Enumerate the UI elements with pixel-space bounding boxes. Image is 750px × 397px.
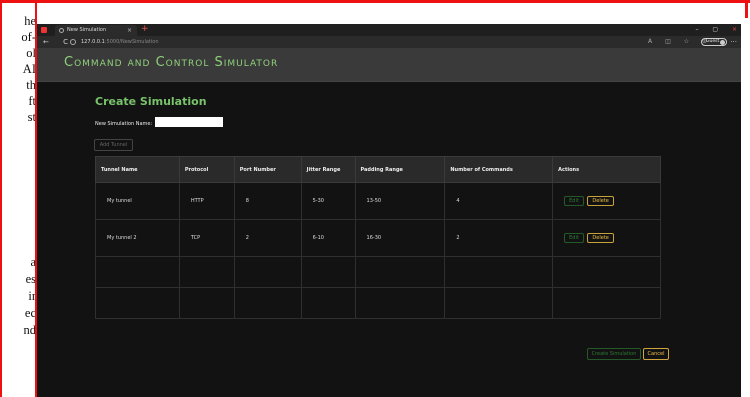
tab-title: New Simulation: [67, 27, 107, 33]
address-bar-row: ← C 127.0.0.1:5000/NewSimulation A ◫ ☆ ⊛…: [37, 36, 741, 48]
table-row: My tunnel 2 TCP 2 6-10 16-30 2 Edit Dele…: [95, 219, 661, 257]
column-header: Port Number: [233, 156, 302, 183]
minimize-button[interactable]: –: [695, 26, 698, 33]
doc-text-line: of-: [21, 30, 36, 44]
avatar-icon: [720, 40, 725, 45]
browser-window: New Simulation × + – ▢ × ← C 127.0.0.1:5…: [37, 24, 741, 397]
commands-cell: 2: [444, 219, 554, 257]
port-cell: 8: [233, 182, 302, 220]
browser-titlebar: New Simulation × + – ▢ ×: [37, 24, 741, 36]
empty-table-row: [95, 287, 661, 319]
read-aloud-icon[interactable]: A: [648, 38, 652, 45]
empty-table-row: [95, 256, 661, 288]
column-header: Protocol: [178, 156, 235, 183]
table-header-row: Tunnel Name Protocol Port Number Jitter …: [95, 156, 661, 183]
add-tunnel-button[interactable]: Add Tunnel: [94, 139, 133, 151]
column-header: Number of Commands: [444, 156, 554, 183]
tunnel-name-cell: My tunnel: [95, 182, 180, 220]
maximize-button[interactable]: ▢: [712, 26, 718, 33]
profile-button[interactable]: Guest: [701, 38, 727, 46]
url-host: 127.0.0.1: [81, 39, 105, 45]
app-header: Command and Control Simulator: [37, 48, 741, 82]
background-document: he of- ol AI th ft st a es ir ec nd: [0, 0, 36, 397]
page-icon: [59, 28, 64, 33]
close-window-button[interactable]: ×: [732, 26, 737, 33]
jitter-cell: 6-10: [300, 219, 356, 257]
browser-app-icon[interactable]: [41, 27, 47, 33]
padding-cell: 16-30: [354, 219, 446, 257]
jitter-cell: 5-30: [300, 182, 356, 220]
simulation-name-label: New Simulation Name:: [95, 121, 153, 127]
url-path: :5000/NewSimulation: [104, 39, 159, 45]
tunnels-table: Tunnel Name Protocol Port Number Jitter …: [95, 156, 661, 319]
delete-button[interactable]: Delete: [587, 233, 614, 243]
page-title: Create Simulation: [95, 95, 207, 108]
delete-button[interactable]: Delete: [587, 196, 614, 206]
edit-button[interactable]: Edit: [564, 196, 584, 206]
commands-cell: 4: [444, 182, 554, 220]
protocol-cell: HTTP: [178, 182, 235, 220]
red-frame-top: [0, 0, 750, 3]
new-tab-button[interactable]: +: [141, 24, 149, 35]
cancel-button[interactable]: Cancel: [643, 348, 669, 360]
red-frame-left: [0, 0, 2, 397]
table-row: My tunnel HTTP 8 5-30 13-50 4 Edit Delet…: [95, 182, 661, 220]
profile-label: Guest: [706, 39, 720, 44]
window-controls: – ▢ ×: [683, 24, 737, 35]
column-header: Jitter Range: [300, 156, 356, 183]
site-info-icon[interactable]: [70, 39, 76, 45]
column-header: Actions: [552, 156, 661, 183]
simulation-name-input[interactable]: [155, 117, 223, 127]
extensions-icon[interactable]: ◫: [665, 38, 671, 45]
url-field[interactable]: 127.0.0.1:5000/NewSimulation: [81, 36, 159, 48]
app-title: Command and Control Simulator: [64, 55, 279, 70]
toolbar-icons: A ◫ ☆ ⊛: [637, 36, 707, 48]
tab-new-simulation[interactable]: New Simulation ×: [55, 25, 137, 36]
tab-close-icon[interactable]: ×: [127, 25, 132, 36]
actions-cell: Edit Delete: [552, 219, 661, 257]
port-cell: 2: [233, 219, 302, 257]
column-header: Tunnel Name: [95, 156, 180, 183]
tunnel-name-cell: My tunnel 2: [95, 219, 180, 257]
protocol-cell: TCP: [178, 219, 235, 257]
red-frame-right: [745, 0, 748, 18]
main-content: Create Simulation New Simulation Name: A…: [37, 82, 741, 397]
create-simulation-button[interactable]: Create Simulation: [587, 348, 641, 360]
edit-button[interactable]: Edit: [564, 233, 584, 243]
more-menu-icon[interactable]: ···: [730, 36, 737, 48]
favorites-icon[interactable]: ☆: [684, 38, 689, 45]
padding-cell: 13-50: [354, 182, 446, 220]
actions-cell: Edit Delete: [552, 182, 661, 220]
column-header: Padding Range: [354, 156, 446, 183]
